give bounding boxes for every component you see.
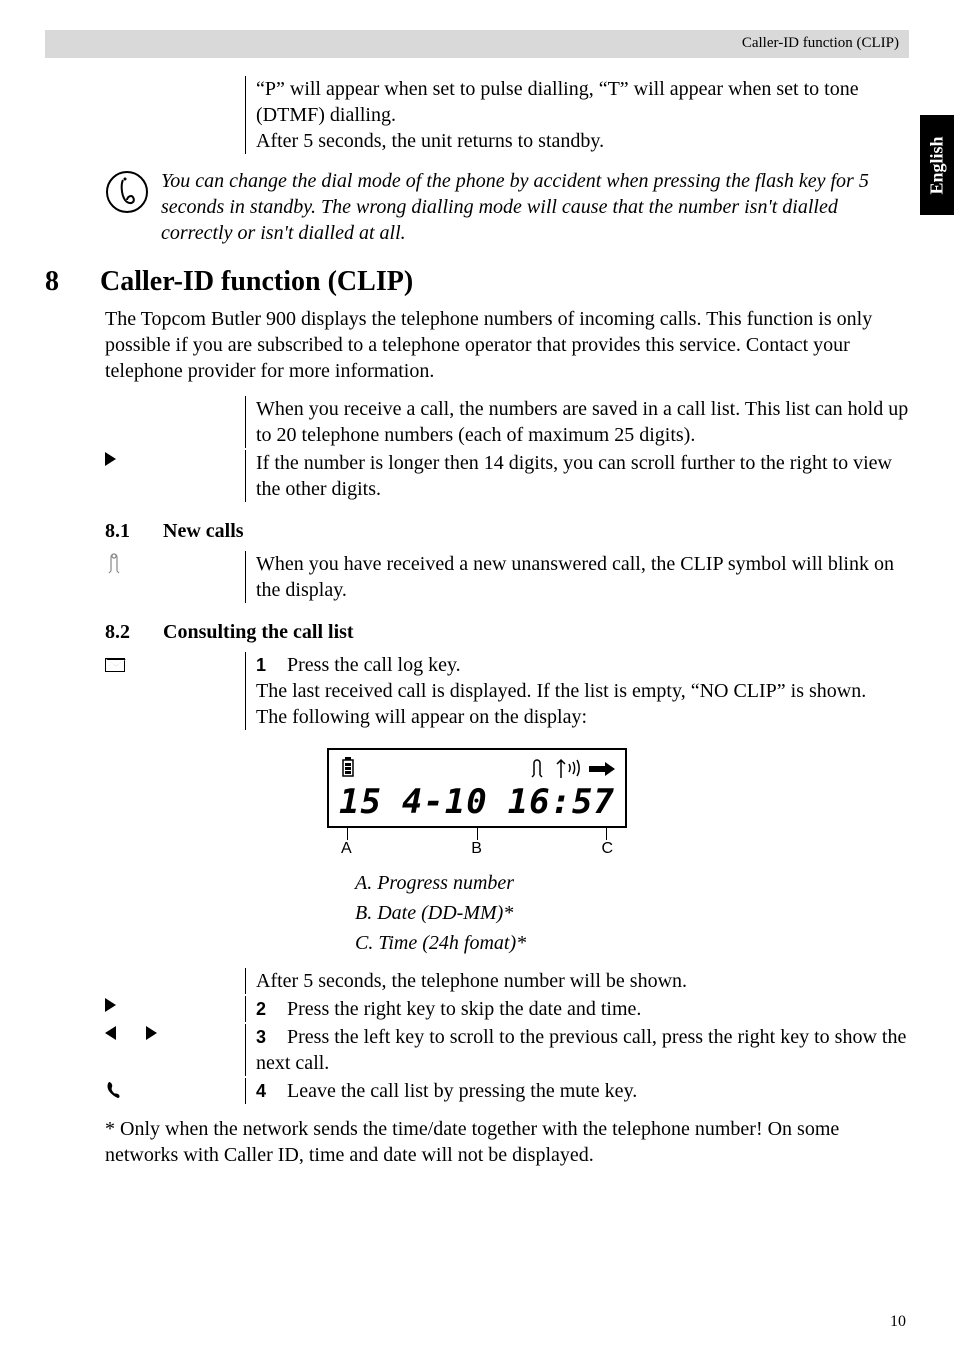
page: Caller-ID function (CLIP) English “P” wi… — [0, 0, 954, 1351]
step3-num: 3 — [256, 1026, 282, 1049]
step4-text: Leave the call list by pressing the mute… — [287, 1080, 637, 1102]
step4-num: 4 — [256, 1080, 282, 1103]
newcalls-text: When you have received a new unanswered … — [245, 551, 909, 603]
section-8-num: 8 — [45, 266, 100, 298]
label-c: C — [601, 840, 613, 858]
clip-signal-icon — [527, 758, 549, 780]
row-calllist-info: When you receive a call, the numbers are… — [105, 396, 909, 448]
row-step4: 4 Leave the call list by pressing the mu… — [105, 1078, 909, 1104]
calllist-info-text: When you receive a call, the numbers are… — [245, 396, 909, 448]
antenna-icon — [555, 758, 583, 780]
note-row: You can change the dial mode of the phon… — [105, 168, 909, 246]
step1-after-a: The last received call is displayed. If … — [256, 678, 909, 704]
call-log-key-icon — [105, 652, 245, 730]
tick-c — [606, 828, 607, 840]
lcd-progress: 15 — [339, 782, 382, 822]
lcd-status-row — [339, 756, 615, 782]
step2-content: 2 Press the right key to skip the date a… — [245, 996, 909, 1022]
section-82-title: Consulting the call list — [163, 621, 354, 644]
step1-after-b: The following will appear on the display… — [256, 704, 909, 730]
triangle-right-icon-3 — [146, 1026, 157, 1040]
top-info-block: “P” will appear when set to pulse dialli… — [245, 76, 909, 154]
lcd-frame: 15 4-10 16:57 — [327, 748, 627, 828]
note-text: You can change the dial mode of the phon… — [161, 168, 909, 246]
triangle-right-icon-2 — [105, 998, 116, 1012]
step1-text: Press the call log key. — [287, 654, 461, 676]
row-step2: 2 Press the right key to skip the date a… — [105, 996, 909, 1022]
step1-line: 1 Press the call log key. — [256, 652, 909, 678]
section-81-title: New calls — [163, 520, 244, 543]
row-after-display: After 5 seconds, the telephone number wi… — [105, 968, 909, 994]
lcd-right-icons — [527, 758, 615, 780]
section-81-heading: 8.1 New calls — [105, 520, 909, 543]
language-tab-label: English — [927, 136, 948, 194]
lcd-tick-row — [347, 828, 607, 840]
envelope-icon — [105, 658, 125, 672]
triangle-right-icon — [105, 452, 116, 466]
top-info-line1: “P” will appear when set to pulse dialli… — [256, 76, 909, 128]
icon-cell-empty2 — [105, 968, 245, 994]
lcd-date: 4-10 — [402, 782, 488, 822]
row-scroll-info: If the number is longer then 14 digits, … — [105, 450, 909, 502]
row-step3: 3 Press the left key to scroll to the pr… — [105, 1024, 909, 1076]
lcd-time: 16:57 — [508, 782, 615, 822]
language-tab: English — [920, 115, 954, 215]
right-key-icon — [105, 450, 245, 502]
label-b: B — [471, 840, 482, 858]
note-icon — [105, 170, 149, 214]
row-newcalls: When you have received a new unanswered … — [105, 551, 909, 603]
section-82-num: 8.2 — [105, 621, 163, 644]
tick-a — [347, 828, 348, 840]
legend-c: C. Time (24h fomat)* — [355, 928, 909, 958]
header-section-title: Caller-ID function (CLIP) — [742, 35, 899, 52]
tick-b — [477, 828, 478, 840]
after-display-text: After 5 seconds, the telephone number wi… — [245, 968, 909, 994]
row-step1: 1 Press the call log key. The last recei… — [105, 652, 909, 730]
section-8-heading: 8 Caller-ID function (CLIP) — [45, 266, 909, 298]
legend-a: A. Progress number — [355, 868, 909, 898]
section-82-heading: 8.2 Consulting the call list — [105, 621, 909, 644]
page-number: 10 — [890, 1313, 906, 1331]
scroll-info-text: If the number is longer then 14 digits, … — [245, 450, 909, 502]
step1-num: 1 — [256, 654, 282, 677]
clip-symbol-icon — [105, 551, 245, 603]
lcd-label-row: A B C — [341, 840, 613, 858]
section-81-num: 8.1 — [105, 520, 163, 543]
section-8-intro: The Topcom Butler 900 displays the telep… — [105, 306, 909, 384]
arrow-icon — [589, 762, 615, 776]
display-legend: A. Progress number B. Date (DD-MM)* C. T… — [355, 868, 909, 958]
triangle-left-icon — [105, 1026, 116, 1040]
icon-cell-empty — [105, 396, 245, 448]
step4-content: 4 Leave the call list by pressing the mu… — [245, 1078, 909, 1104]
footnote: * Only when the network sends the time/d… — [105, 1116, 864, 1168]
section-8-title: Caller-ID function (CLIP) — [100, 266, 413, 298]
header-bar: Caller-ID function (CLIP) — [45, 30, 909, 58]
step3-text: Press the left key to scroll to the prev… — [256, 1026, 906, 1074]
lcd-data-row: 15 4-10 16:57 — [339, 782, 615, 822]
top-info-line2: After 5 seconds, the unit returns to sta… — [256, 128, 909, 154]
mute-key-icon — [105, 1078, 245, 1104]
step1-content: 1 Press the call log key. The last recei… — [245, 652, 909, 730]
step2-text: Press the right key to skip the date and… — [287, 998, 641, 1020]
left-right-key-icon — [105, 1024, 245, 1076]
right-key-icon-2 — [105, 996, 245, 1022]
lcd-display-figure: 15 4-10 16:57 A B C — [327, 748, 627, 858]
legend-b: B. Date (DD-MM)* — [355, 898, 909, 928]
battery-icon — [339, 756, 357, 783]
label-a: A — [341, 840, 352, 858]
step3-content: 3 Press the left key to scroll to the pr… — [245, 1024, 909, 1076]
step2-num: 2 — [256, 998, 282, 1021]
